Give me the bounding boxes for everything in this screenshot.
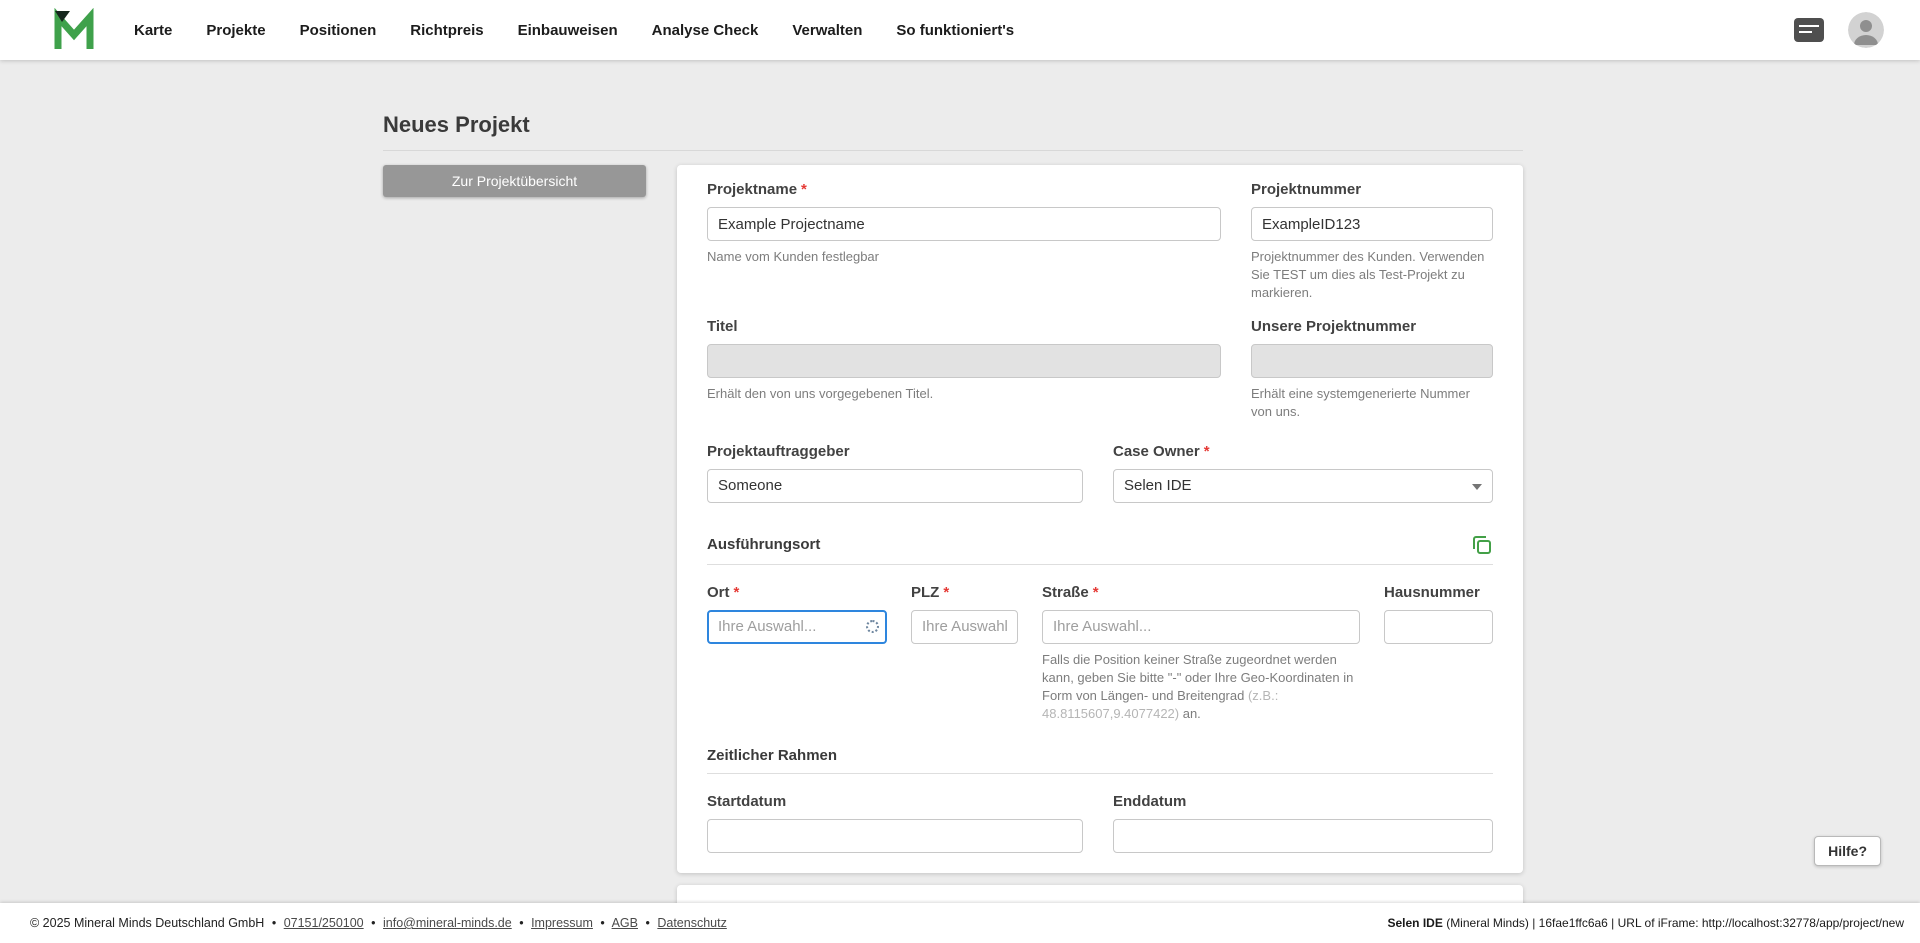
logo-m-icon — [52, 8, 96, 52]
footer-left: © 2025 Mineral Minds Deutschland GmbH • … — [30, 916, 727, 930]
navbar: Karte Projekte Positionen Richtpreis Ein… — [0, 0, 1920, 60]
projektname-input[interactable] — [707, 207, 1221, 241]
footer: © 2025 Mineral Minds Deutschland GmbH • … — [0, 903, 1920, 943]
strasse-label: Straße* — [1042, 584, 1360, 602]
footer-link-phone[interactable]: 07151/250100 — [284, 916, 364, 930]
section-title-zeitlicher-rahmen: Zeitlicher Rahmen — [707, 747, 837, 765]
nav-item-projekte[interactable]: Projekte — [206, 22, 265, 39]
footer-link-email[interactable]: info@mineral-minds.de — [383, 916, 512, 930]
field-case-owner: Case Owner* Selen IDE — [1113, 443, 1493, 503]
field-enddatum: Enddatum — [1113, 793, 1493, 853]
nav-item-so-funktionierts[interactable]: So funktioniert's — [896, 22, 1014, 39]
strasse-helper: Falls die Position keiner Straße zugeord… — [1042, 651, 1360, 723]
navbar-right — [1794, 12, 1884, 48]
projektnummer-helper: Projektnummer des Kunden. Verwenden Sie … — [1251, 248, 1493, 302]
hausnummer-label: Hausnummer — [1384, 584, 1493, 602]
field-ort: Ort* — [707, 584, 887, 723]
field-unsere-projektnummer: Unsere Projektnummer Erhält eine systemg… — [1251, 318, 1493, 421]
required-asterisk: * — [734, 584, 740, 601]
required-asterisk: * — [1093, 584, 1099, 601]
case-owner-label: Case Owner* — [1113, 443, 1493, 461]
footer-separator: • — [371, 916, 375, 930]
field-projektname: Projektname* Name vom Kunden festlegbar — [707, 181, 1221, 302]
left-column: Zur Projektübersicht — [383, 165, 646, 197]
footer-user-name: Selen IDE — [1388, 916, 1443, 930]
chevron-down-icon — [1472, 484, 1482, 490]
title-divider — [383, 150, 1523, 151]
footer-link-agb[interactable]: AGB — [612, 916, 638, 930]
main-content: Neues Projekt Zur Projektübersicht Proje… — [383, 60, 1523, 915]
projektnummer-input[interactable] — [1251, 207, 1493, 241]
field-startdatum: Startdatum — [707, 793, 1083, 853]
startdatum-label: Startdatum — [707, 793, 1083, 811]
enddatum-label: Enddatum — [1113, 793, 1493, 811]
main-nav: Karte Projekte Positionen Richtpreis Ein… — [134, 22, 1014, 39]
required-asterisk: * — [943, 584, 949, 601]
new-project-form-card: Projektname* Name vom Kunden festlegbar … — [677, 165, 1523, 873]
enddatum-input[interactable] — [1113, 819, 1493, 853]
field-hausnummer: Hausnummer — [1384, 584, 1493, 723]
mineral-minds-logo[interactable] — [52, 8, 96, 52]
required-asterisk: * — [801, 181, 807, 198]
unsere-projektnummer-helper: Erhält eine systemgenerierte Nummer von … — [1251, 385, 1493, 421]
footer-separator: • — [600, 916, 604, 930]
ort-input[interactable] — [707, 610, 887, 644]
loading-spinner-icon — [866, 620, 879, 633]
project-overview-button[interactable]: Zur Projektübersicht — [383, 165, 646, 197]
unsere-projektnummer-input — [1251, 344, 1493, 378]
user-avatar[interactable] — [1848, 12, 1884, 48]
projektname-label: Projektname* — [707, 181, 1221, 199]
page-title: Neues Projekt — [383, 114, 1523, 136]
titel-label: Titel — [707, 318, 1221, 336]
field-strasse: Straße* Falls die Position keiner Straße… — [1042, 584, 1360, 723]
field-titel: Titel Erhält den von uns vorgegebenen Ti… — [707, 318, 1221, 421]
footer-session-info: Selen IDE (Mineral Minds) | 16fae1ffc6a6… — [1388, 916, 1905, 930]
hausnummer-input[interactable] — [1384, 610, 1493, 644]
field-projektauftraggeber: Projektauftraggeber — [707, 443, 1083, 503]
startdatum-input[interactable] — [707, 819, 1083, 853]
field-plz: PLZ* — [911, 584, 1018, 723]
nav-item-positionen[interactable]: Positionen — [300, 22, 377, 39]
footer-copyright: © 2025 Mineral Minds Deutschland GmbH — [30, 916, 264, 930]
plz-label: PLZ* — [911, 584, 1018, 602]
section-divider — [707, 564, 1493, 565]
footer-separator: • — [645, 916, 649, 930]
strasse-input[interactable] — [1042, 610, 1360, 644]
section-title-ausfuehrungsort: Ausführungsort — [707, 536, 820, 554]
plz-input[interactable] — [911, 610, 1018, 644]
nav-item-karte[interactable]: Karte — [134, 22, 172, 39]
projektnummer-label: Projektnummer — [1251, 181, 1493, 199]
nav-item-analyse-check[interactable]: Analyse Check — [652, 22, 759, 39]
case-owner-selected-value: Selen IDE — [1124, 477, 1192, 494]
footer-link-datenschutz[interactable]: Datenschutz — [657, 916, 726, 930]
footer-separator: • — [272, 916, 276, 930]
field-projektnummer: Projektnummer Projektnummer des Kunden. … — [1251, 181, 1493, 302]
section-divider — [707, 773, 1493, 774]
copy-icon[interactable] — [1471, 534, 1493, 556]
titel-input — [707, 344, 1221, 378]
person-icon — [1848, 12, 1884, 48]
footer-iframe-info: (Mineral Minds) | 16fae1ffc6a6 | URL of … — [1443, 916, 1904, 930]
nav-item-richtpreis[interactable]: Richtpreis — [410, 22, 483, 39]
case-owner-select[interactable]: Selen IDE — [1113, 469, 1493, 503]
ort-label: Ort* — [707, 584, 887, 602]
unsere-projektnummer-label: Unsere Projektnummer — [1251, 318, 1493, 336]
server-icon[interactable] — [1794, 18, 1824, 42]
required-asterisk: * — [1204, 443, 1210, 460]
help-button[interactable]: Hilfe? — [1814, 836, 1881, 866]
titel-helper: Erhält den von uns vorgegebenen Titel. — [707, 385, 1221, 403]
footer-link-impressum[interactable]: Impressum — [531, 916, 593, 930]
projektauftraggeber-label: Projektauftraggeber — [707, 443, 1083, 461]
projektname-helper: Name vom Kunden festlegbar — [707, 248, 1221, 266]
nav-item-verwalten[interactable]: Verwalten — [792, 22, 862, 39]
nav-item-einbauweisen[interactable]: Einbauweisen — [518, 22, 618, 39]
footer-separator: • — [519, 916, 523, 930]
projektauftraggeber-input[interactable] — [707, 469, 1083, 503]
